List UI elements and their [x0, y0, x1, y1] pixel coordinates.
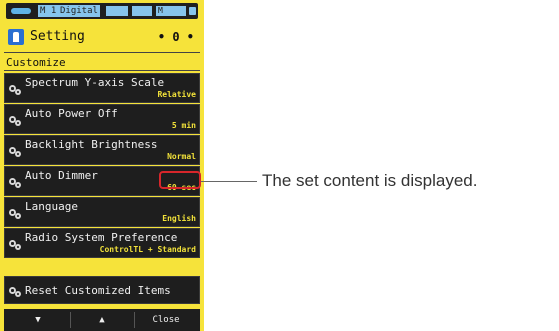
bottom-navigation: ▼ ▲ Close	[4, 309, 200, 331]
menu-item-label: Language	[25, 200, 78, 213]
status-type: Digital	[58, 5, 100, 17]
divider	[4, 52, 200, 53]
gear-icon	[9, 114, 22, 126]
gear-icon	[9, 145, 22, 157]
close-button[interactable]: Close	[134, 309, 198, 331]
setting-icon	[8, 29, 24, 45]
battery-icon	[189, 7, 196, 15]
gear-icon	[9, 83, 22, 95]
menu-item-auto-power-off[interactable]: Auto Power Off 5 min	[4, 104, 200, 134]
connection-icon	[11, 8, 31, 14]
menu-item-value: ControlTL + Standard	[99, 245, 196, 254]
menu-item-radio-system-preference[interactable]: Radio System Preference ControlTL + Stan…	[4, 228, 200, 258]
section-title: Customize	[6, 56, 66, 69]
status-indicator-icon	[132, 6, 152, 16]
menu-item-spectrum-y-axis-scale[interactable]: Spectrum Y-axis Scale Relative	[4, 73, 200, 103]
status-indicator-icon	[106, 6, 128, 16]
divider	[4, 70, 200, 71]
menu-item-label: Auto Dimmer	[25, 169, 98, 182]
callout-line	[201, 181, 257, 182]
gear-icon	[9, 207, 22, 219]
reset-label: Reset Customized Items	[25, 284, 171, 297]
scroll-down-button[interactable]: ▼	[6, 309, 70, 331]
gear-icon	[9, 285, 22, 297]
stage: M 1 Digital M Setting • 0 • Customize Sp…	[0, 0, 559, 331]
menu-item-label: Spectrum Y-axis Scale	[25, 76, 165, 89]
status-memory: M	[156, 6, 186, 16]
scroll-up-button[interactable]: ▲	[70, 309, 134, 331]
menu-item-label: Radio System Preference	[25, 231, 178, 244]
annotation-text: The set content is displayed.	[262, 171, 478, 190]
page-title: Setting	[30, 29, 85, 44]
page-indicator: • 0 •	[157, 30, 194, 44]
reset-customized-items-button[interactable]: Reset Customized Items	[4, 276, 200, 304]
value-highlight-box	[159, 171, 201, 189]
status-bar: M 1 Digital M	[6, 3, 198, 19]
gear-icon	[9, 238, 22, 250]
device-screen: M 1 Digital M Setting • 0 • Customize Sp…	[0, 0, 204, 331]
page-header: Setting • 0 •	[6, 26, 198, 48]
status-mode: M 1	[38, 5, 59, 17]
menu-item-value: 5 min	[171, 121, 196, 130]
gear-icon	[9, 176, 22, 188]
menu-item-label: Auto Power Off	[25, 107, 118, 120]
menu-item-backlight-brightness[interactable]: Backlight Brightness Normal	[4, 135, 200, 165]
menu-item-value: Relative	[157, 90, 196, 99]
menu-item-value: English	[162, 214, 196, 223]
menu-item-label: Backlight Brightness	[25, 138, 158, 151]
menu-item-language[interactable]: Language English	[4, 197, 200, 227]
menu-item-value: Normal	[167, 152, 196, 161]
